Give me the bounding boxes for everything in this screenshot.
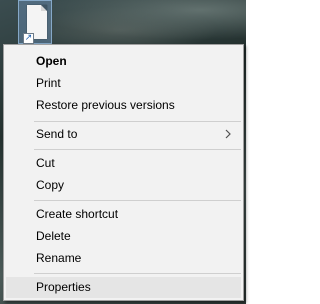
menu-separator: [34, 149, 241, 150]
document-shortcut-icon[interactable]: ↗: [18, 0, 52, 44]
menu-item-send-to[interactable]: Send to: [6, 124, 241, 145]
menu-item-copy[interactable]: Copy: [6, 175, 241, 196]
menu-separator: [34, 200, 241, 201]
menu-item-delete[interactable]: Delete: [6, 226, 241, 247]
menu-separator: [34, 273, 241, 274]
menu-separator: [34, 121, 241, 122]
menu-item-properties[interactable]: Properties: [6, 277, 241, 298]
menu-item-print[interactable]: Print: [6, 73, 241, 94]
menu-item-send-to-label: Send to: [36, 127, 78, 141]
shortcut-arrow-icon: ↗: [23, 33, 34, 44]
menu-item-create-shortcut[interactable]: Create shortcut: [6, 204, 241, 225]
menu-item-restore-previous-versions[interactable]: Restore previous versions: [6, 95, 241, 116]
context-menu: Open Print Restore previous versions Sen…: [3, 44, 244, 301]
menu-item-rename[interactable]: Rename: [6, 248, 241, 269]
chevron-right-icon: [225, 129, 231, 139]
menu-item-open[interactable]: Open: [6, 51, 241, 72]
menu-item-cut[interactable]: Cut: [6, 153, 241, 174]
